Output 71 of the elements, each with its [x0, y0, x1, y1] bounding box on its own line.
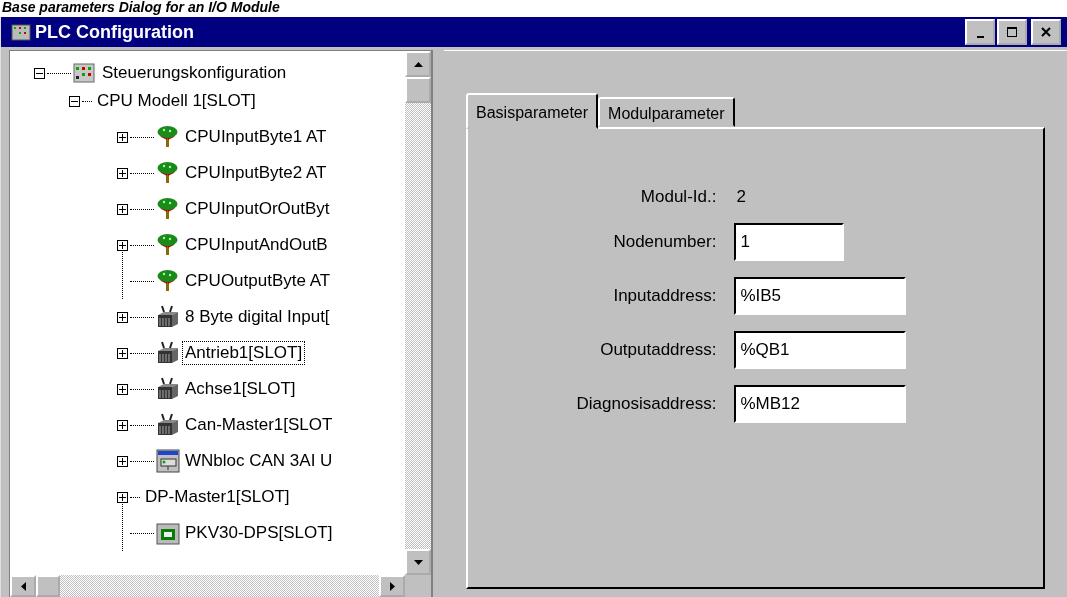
input-field[interactable]: %QB1 [734, 331, 907, 369]
horizontal-scrollbar[interactable] [10, 575, 431, 597]
scroll-down-button[interactable] [405, 549, 431, 575]
expand-toggle[interactable] [117, 491, 128, 503]
window-icon [156, 449, 180, 473]
field-label: Inputaddress: [612, 286, 717, 306]
field-label: Diagnosisaddress: [576, 394, 717, 414]
field-label: Outputaddress: [599, 340, 717, 360]
close-button[interactable] [1031, 19, 1061, 45]
module-id-value: 2 [735, 187, 747, 207]
expand-toggle[interactable] [117, 167, 128, 179]
scroll-up-button[interactable] [405, 51, 431, 77]
collapse-toggle[interactable] [69, 95, 80, 107]
tree-icon [156, 269, 180, 293]
tree-item[interactable]: CPUInputOrOutByt [182, 197, 333, 221]
tree-icon [156, 125, 180, 149]
close-icon [1040, 26, 1052, 38]
tree-item[interactable]: CPUInputByte1 AT [182, 125, 330, 149]
tree-item[interactable]: CPU Modell 1[SLOT] [94, 89, 259, 113]
input-field[interactable]: %MB12 [734, 385, 907, 423]
window-title: PLC Configuration [35, 21, 195, 43]
tree-item[interactable]: PKV30-DPS[SLOT] [182, 521, 336, 545]
tree-item[interactable]: DP-Master1[SLOT] [142, 485, 293, 509]
tree-item[interactable]: Can-Master1[SLOT [182, 413, 336, 437]
rack-icon [73, 61, 97, 85]
scrollbar-thumb[interactable] [405, 77, 431, 103]
tree-item[interactable]: Antrieb1[SLOT] [182, 341, 306, 365]
device-icon [156, 521, 180, 545]
scroll-right-button[interactable] [379, 575, 405, 597]
down-arrow-icon [413, 559, 423, 565]
expand-toggle[interactable] [117, 203, 128, 215]
minimize-icon [976, 35, 984, 38]
rack-icon [11, 23, 31, 41]
input-field[interactable]: 1 [734, 223, 845, 261]
expand-toggle[interactable] [117, 455, 128, 467]
field-label: Modul-Id.: [639, 187, 717, 207]
scrollbar-thumb[interactable] [36, 575, 60, 597]
tree-icon [156, 197, 180, 221]
tree-item[interactable]: 8 Byte digital Input[ [182, 305, 333, 329]
scroll-left-button[interactable] [10, 575, 36, 597]
vertical-scrollbar[interactable] [405, 51, 431, 575]
module-icon [156, 413, 180, 437]
maximize-icon [1006, 26, 1018, 38]
tree-icon [156, 233, 180, 257]
tree-item[interactable]: Steuerungskonfiguration [99, 61, 290, 85]
module-icon [156, 377, 180, 401]
tree-icon [156, 161, 180, 185]
field-label: Nodenumber: [612, 232, 717, 252]
expand-toggle[interactable] [117, 239, 128, 251]
tab[interactable]: Basisparameter [466, 93, 599, 129]
input-field[interactable]: %IB5 [734, 277, 907, 315]
tree-item[interactable]: CPUOutputByte AT [182, 269, 334, 293]
module-icon [156, 305, 180, 329]
tree-item[interactable]: WNbloc CAN 3AI U [182, 449, 336, 473]
right-arrow-icon [389, 581, 395, 591]
expand-toggle[interactable] [117, 311, 128, 323]
maximize-button[interactable] [997, 19, 1027, 45]
expand-toggle[interactable] [117, 347, 128, 359]
module-icon [156, 341, 180, 365]
tab[interactable]: Modulparameter [598, 97, 735, 127]
collapse-toggle[interactable] [34, 67, 45, 79]
expand-toggle[interactable] [117, 419, 128, 431]
scrollbar-corner [405, 575, 431, 597]
expand-toggle[interactable] [117, 131, 128, 143]
up-arrow-icon [413, 61, 423, 67]
expand-toggle[interactable] [117, 383, 128, 395]
tree-item[interactable]: CPUInputAndOutB [182, 233, 331, 257]
left-arrow-icon [20, 581, 26, 591]
tree-item[interactable]: Achse1[SLOT] [182, 377, 299, 401]
figure-caption: Base parameters Dialog for an I/O Module [1, 0, 281, 17]
tree-item[interactable]: CPUInputByte2 AT [182, 161, 330, 185]
